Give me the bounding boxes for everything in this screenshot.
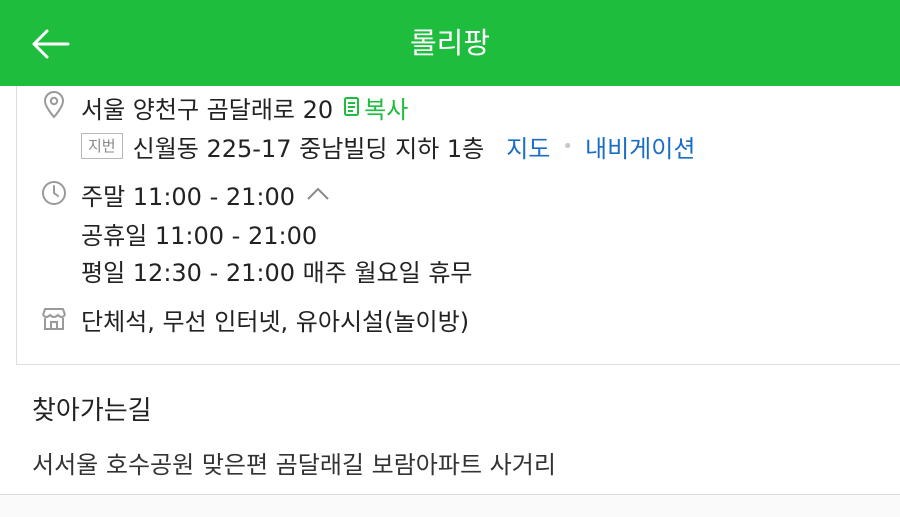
jibun-address-row: 지번 신월동 225-17 중남빌딩 지하 1층 지도 • 내비게이션: [81, 129, 695, 164]
copy-address-button[interactable]: 복사: [343, 90, 408, 125]
bottom-tab-bar[interactable]: [0, 494, 900, 517]
directions-title: 찾아가는길: [32, 396, 152, 426]
jibun-address: 신월동 225-17 중남빌딩 지하 1층: [132, 134, 485, 163]
store-icon: [39, 304, 69, 334]
jibun-badge: 지번: [81, 133, 123, 159]
road-address-row: 서울 양천구 곰달래로 20 복사: [81, 90, 408, 125]
navigation-link[interactable]: 내비게이션: [585, 129, 695, 164]
hours-weekday: 평일 12:30 - 21:00 매주 월요일 휴무: [81, 258, 473, 287]
clock-icon: [39, 178, 69, 208]
directions-text: 서서울 호수공원 맞은편 곰달래길 보람아파트 사거리: [32, 451, 556, 479]
hours-holiday-row: 공휴일 11:00 - 21:00: [81, 216, 317, 250]
hours-weekend: 주말 11:00 - 21:00: [81, 182, 296, 211]
hours-weekday-row: 평일 12:30 - 21:00 매주 월요일 휴무: [81, 253, 472, 287]
app-bar: 롤리팡: [0, 0, 900, 86]
hours-holiday: 공휴일 11:00 - 21:00: [81, 221, 318, 250]
hours-weekend-row[interactable]: 주말 11:00 - 21:00: [81, 177, 331, 211]
chevron-up-icon[interactable]: [305, 186, 331, 202]
page-title: 롤리팡: [409, 26, 491, 60]
facilities-text: 단체석, 무선 인터넷, 유아시설(놀이방): [81, 307, 470, 336]
road-address: 서울 양천구 곰달래로 20: [81, 95, 334, 124]
place-info-card: 서울 양천구 곰달래로 20 복사 지번 신월동 225-17 중남빌딩 지하 …: [16, 86, 900, 365]
copy-document-icon: [344, 97, 360, 116]
map-link[interactable]: 지도: [506, 129, 550, 164]
separator-dot: •: [562, 135, 573, 157]
copy-label: 복사: [364, 95, 409, 124]
facilities-row: 단체석, 무선 인터넷, 유아시설(놀이방): [81, 302, 469, 336]
location-pin-icon: [39, 90, 69, 120]
